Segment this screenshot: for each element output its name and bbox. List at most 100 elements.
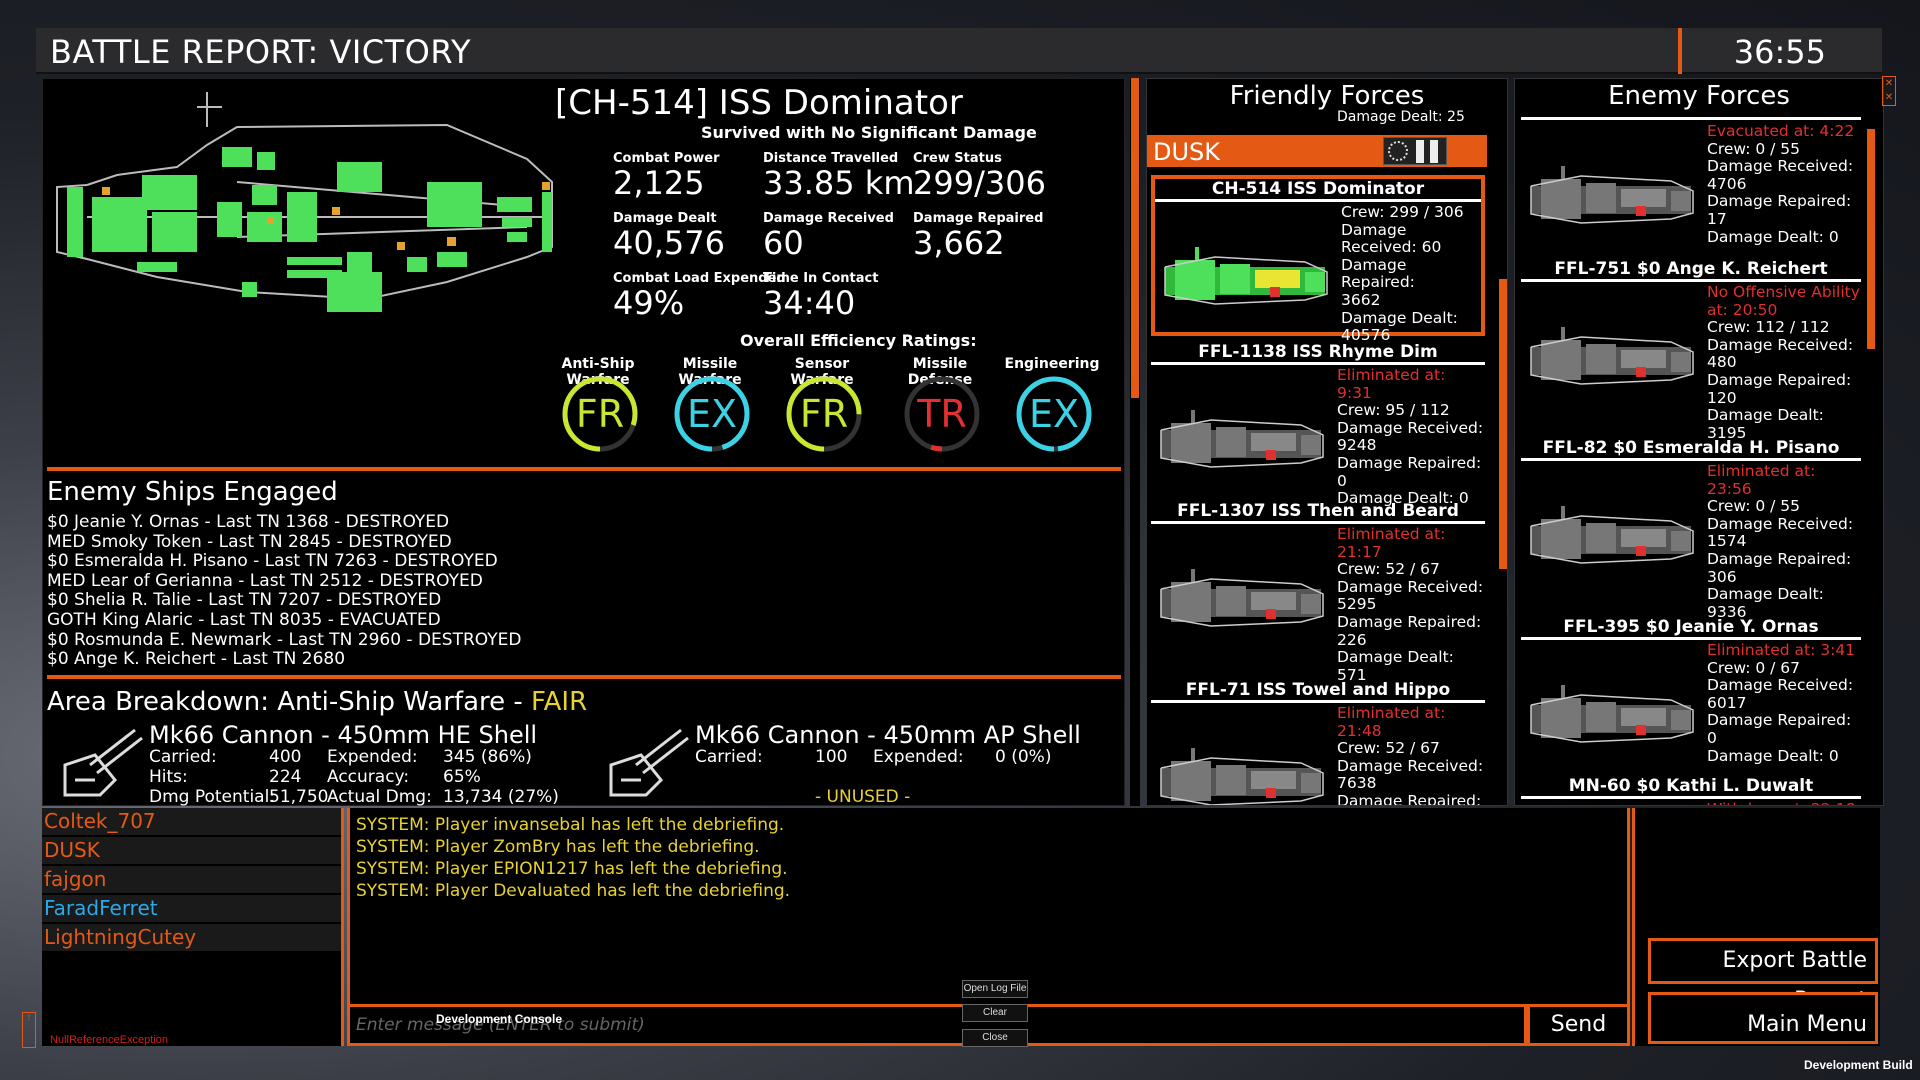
area-grade: FAIR — [531, 687, 588, 717]
chat-player[interactable]: fajgon — [42, 866, 341, 893]
stat-value: 60 — [763, 224, 804, 262]
ship-card[interactable]: FFL-1307 ISS Then and Beard Eliminated at… — [1151, 501, 1485, 684]
ship-card-stat: Crew: 0 / 67 — [1707, 658, 1801, 677]
ship-card[interactable]: Evacuated at: 4:22 Crew: 0 / 55 Damage Rec… — [1521, 121, 1861, 253]
ship-thumbnail — [1160, 569, 1324, 627]
ship-card-status: Eliminated at: 9:31 — [1337, 366, 1446, 402]
ship-report-panel: [CH-514] ISS Dominator Survived with No … — [42, 78, 1125, 807]
enemy-scrollbar-thumb[interactable] — [1867, 129, 1875, 349]
weapon-stat-label: Accuracy: — [327, 767, 410, 787]
section-divider — [47, 675, 1121, 679]
ship-card-body: Withdrew at: 22:18Crew: 85 / 94 — [1521, 799, 1861, 805]
report-scrollbar[interactable] — [1130, 78, 1140, 806]
rating-item: Missile Warfare EX — [651, 356, 769, 456]
ship-thumbnail — [1530, 685, 1694, 743]
ship-card-stat: 9248 — [1337, 436, 1377, 455]
ship-card[interactable]: FFL-82 $0 Esmeralda H. Pisano Eliminated … — [1521, 438, 1861, 621]
ship-card-title: FFL-82 $0 Esmeralda H. Pisano — [1542, 438, 1840, 458]
friendly-scrollbar-thumb[interactable] — [1499, 279, 1507, 569]
ship-card[interactable]: FFL-395 $0 Jeanie Y. Ornas Eliminated at:… — [1521, 617, 1861, 770]
ship-thumbnail-wrap — [1521, 312, 1701, 407]
ship-card-body: Eliminated at: 9:31 Crew: 95 / 112 Damage … — [1151, 365, 1485, 507]
chat-message: SYSTEM: Player EPION1217 has left the de… — [350, 858, 1627, 880]
ship-card-stat: Crew: 0 / 55 — [1707, 497, 1801, 516]
ship-card-stat: Damage Dealt: — [1341, 308, 1458, 327]
rating-grade: TR — [916, 392, 967, 436]
chat-player-list: Coltek_707 DUSK fajgon FaradFerret Lightning… — [42, 808, 344, 1046]
chat-message-prefix: SYSTEM: — [356, 815, 430, 835]
ship-card[interactable]: FFL-751 $0 Ange K. Reichert No Offensive … — [1521, 259, 1861, 442]
ship-card-stats: Eliminated at: 21:48 Crew: 52 / 67 Damage … — [1337, 704, 1485, 805]
ship-thumbnail — [1160, 748, 1324, 805]
ship-card-stat: Damage Received: — [1337, 756, 1484, 775]
engaged-ship-entry: GOTH King Alaric - Last TN 8035 - EVACUA… — [47, 609, 441, 630]
main-menu-button[interactable]: Main Menu — [1648, 992, 1878, 1044]
ship-card-title: FFL-71 ISS Towel and Hippo — [1185, 680, 1451, 700]
ship-card[interactable]: FFL-1138 ISS Rhyme Dim Eliminated at: 9:3… — [1151, 342, 1485, 507]
development-build-label: Development Build — [1804, 1058, 1913, 1072]
ship-card-body: Eliminated at: 21:17 Crew: 52 / 67 Damage … — [1151, 524, 1485, 684]
ship-card-stats: Withdrew at: 22:18Crew: 85 / 94 — [1707, 800, 1856, 805]
chat-player[interactable]: LightningCutey — [42, 924, 341, 951]
weapon-stat-label: Dmg Potential: — [149, 787, 276, 807]
weapon-stat-label: Carried: — [695, 747, 763, 767]
weapon-stat-label: Hits: — [149, 767, 188, 787]
chat-message-text: Player invansebal has left the debriefin… — [429, 815, 785, 835]
stat-value: 40,576 — [613, 224, 725, 262]
section-divider — [47, 467, 1121, 471]
title-bar: BATTLE REPORT: VICTORY 36:55 — [36, 28, 1882, 74]
ship-card[interactable]: MN-60 $0 Kathi L. Duwalt Withdrew at: 22:… — [1521, 776, 1861, 805]
ship-card-status: Eliminated at: 21:17 — [1337, 525, 1446, 561]
ship-card-status: Withdrew at: 22:18 — [1707, 800, 1856, 805]
ship-card-stat: Damage Received: — [1707, 335, 1854, 354]
ship-card-body: No Offensive Ability at: 20:50 Crew: 112 … — [1521, 282, 1861, 442]
ship-thumbnail-wrap — [1521, 151, 1701, 246]
weapon-stat-label: Carried: — [149, 747, 217, 767]
engaged-title: Enemy Ships Engaged — [47, 477, 338, 507]
ship-card-title: FFL-751 $0 Ange K. Reichert — [1554, 259, 1828, 279]
send-button[interactable]: Send — [1527, 1004, 1630, 1046]
chat-player[interactable]: DUSK — [42, 837, 341, 864]
engaged-list: $0 Jeanie Y. Ornas - Last TN 1368 - DEST… — [47, 512, 521, 670]
weapon-stat-value: 51,750 — [269, 787, 329, 807]
efficiency-ratings: Anti-Ship Warfare FR Missile Warfare EX Sens… — [553, 356, 1123, 456]
stat-value: 33.85 km — [763, 164, 915, 202]
ship-card-stat: Damage Received: 60 — [1341, 220, 1442, 257]
weapon-stat-value: 65% — [443, 767, 481, 787]
report-scrollbar-thumb[interactable] — [1131, 78, 1139, 398]
weapon-stats: Carried: 100 Expended: 0 (0%) - UNUSED - — [695, 747, 1095, 807]
rating-label: Engineering — [1004, 356, 1100, 372]
ship-card-stats: Eliminated at: 23:56 Crew: 0 / 55 Damage R… — [1707, 462, 1861, 621]
close-button[interactable]: Close — [962, 1029, 1028, 1047]
weapon-stat-label: Expended: — [327, 747, 418, 767]
chat-player[interactable]: Coltek_707 — [42, 808, 341, 835]
player-header[interactable]: DUSK — [1147, 135, 1487, 167]
ship-card-stat: 4706 — [1707, 174, 1747, 193]
clear-button[interactable]: Clear — [962, 1004, 1028, 1022]
ship-card[interactable]: CH-514 ISS Dominator Crew: 299 / 306 Damag… — [1151, 175, 1485, 344]
ship-thumbnail-wrap — [1521, 670, 1701, 765]
rating-gauge: EX — [674, 376, 750, 452]
area-breakdown-title: Area Breakdown: Anti-Ship Warfare - FAIR — [47, 687, 587, 717]
open-log-file-button[interactable]: Open Log File — [962, 980, 1028, 998]
ship-card-stat: 226 — [1337, 630, 1367, 649]
weapon-stat-value: 13,734 (27%) — [443, 787, 559, 807]
engaged-ship-entry: $0 Esmeralda H. Pisano - Last TN 7263 - … — [47, 551, 498, 572]
chat-player[interactable]: FaradFerret — [42, 895, 341, 922]
partial-stat: Damage Dealt: 25 — [1337, 109, 1465, 125]
ship-card-body: Crew: 299 / 306 Damage Received: 60 Damage… — [1155, 202, 1481, 344]
ship-card-stat: Crew: 52 / 67 — [1337, 739, 1440, 758]
ship-card-stat: Damage Repaired: 17 — [1707, 192, 1852, 228]
chat-message-prefix: SYSTEM: — [356, 837, 430, 857]
ship-card-stat: Damage Dealt: 0 — [1707, 227, 1839, 246]
ship-card[interactable]: FFL-71 ISS Towel and Hippo Eliminated at:… — [1151, 680, 1485, 805]
weapon-stat-label: Expended: — [873, 747, 964, 767]
ship-thumbnail — [1164, 247, 1328, 305]
ship-card-title: CH-514 ISS Dominator — [1211, 179, 1425, 199]
error-indicator-icon[interactable]: ! — [22, 1012, 36, 1048]
weapon-stat-value: 345 (86%) — [443, 747, 532, 767]
rating-grade: FR — [576, 392, 624, 436]
close-icon[interactable]: ✕ ✕ — [1882, 76, 1896, 106]
export-battle-report-button[interactable]: Export Battle Report — [1648, 938, 1878, 1013]
ship-thumbnail — [1530, 166, 1694, 224]
